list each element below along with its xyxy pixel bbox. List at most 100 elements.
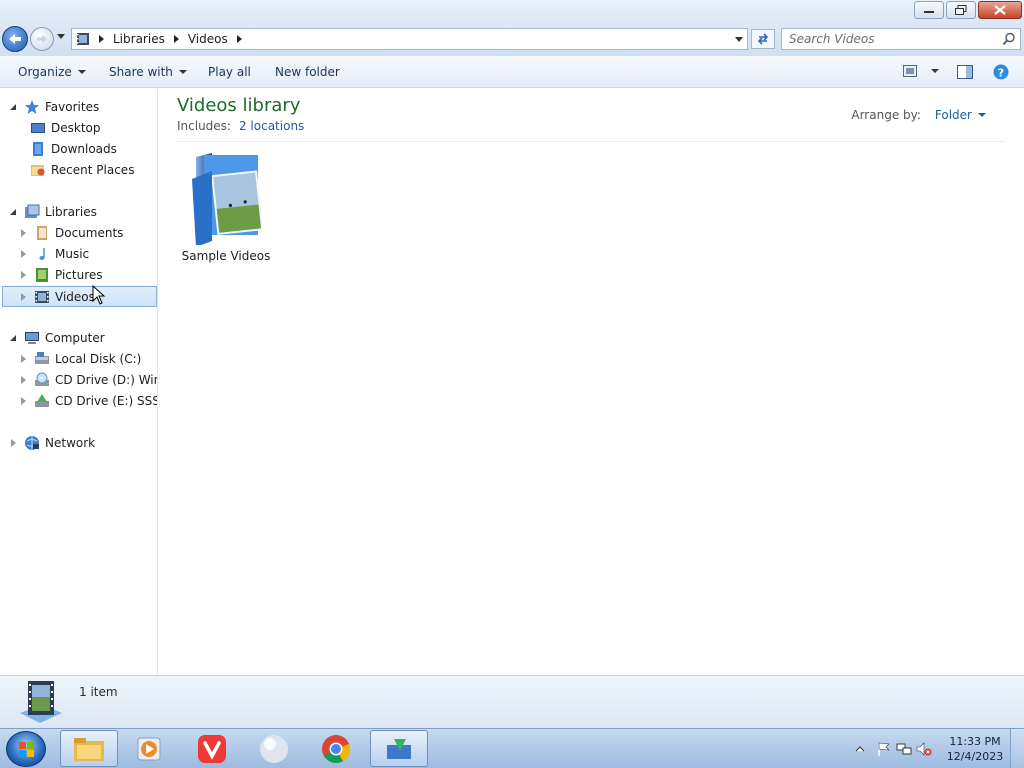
breadcrumb-separator[interactable] — [99, 35, 104, 43]
tree-label: CD Drive (D:) Windo — [55, 373, 157, 387]
installer-icon — [387, 738, 411, 759]
chevron-down-icon — [178, 70, 187, 74]
play-all-label: Play all — [208, 65, 251, 79]
taskbar-media-player[interactable] — [121, 730, 179, 767]
taskbar-chrome[interactable] — [307, 730, 365, 767]
expand-arrow-icon[interactable] — [18, 397, 28, 405]
breadcrumb-separator[interactable] — [236, 35, 242, 43]
recent-places-icon — [31, 165, 45, 176]
search-input[interactable] — [782, 29, 992, 49]
restore-button[interactable] — [946, 1, 976, 19]
navigation-pane: Favorites Desktop Downloads Recent Place… — [0, 89, 158, 675]
tree-local-disk[interactable]: Local Disk (C:) — [18, 349, 141, 369]
address-dropdown[interactable] — [735, 37, 743, 42]
show-hidden-icons-icon[interactable] — [854, 744, 866, 754]
tree-network[interactable]: Network — [8, 433, 95, 453]
expand-arrow-icon[interactable] — [8, 439, 18, 447]
breadcrumb-videos[interactable]: Videos — [188, 32, 228, 46]
play-all-button[interactable]: Play all — [208, 65, 251, 79]
tree-favorites[interactable]: Favorites — [8, 97, 99, 117]
tree-label: Recent Places — [51, 163, 135, 177]
volume-muted-icon[interactable] — [916, 741, 932, 757]
tree-documents[interactable]: Documents — [18, 223, 123, 243]
tree-downloads[interactable]: Downloads — [30, 139, 117, 159]
taskbar-app-sphere[interactable] — [245, 730, 303, 767]
share-with-menu[interactable]: Share with — [109, 65, 187, 79]
library-title: Videos library — [177, 95, 301, 116]
expand-arrow-icon[interactable] — [18, 355, 28, 363]
clock[interactable]: 11:33 PM 12/4/2023 — [940, 734, 1010, 764]
collapse-arrow-icon[interactable] — [8, 103, 18, 111]
view-icon — [903, 65, 917, 77]
arrange-by: Arrange by: Folder — [851, 108, 986, 122]
chevron-down-icon[interactable] — [931, 69, 939, 73]
tree-libraries[interactable]: Libraries — [8, 202, 97, 222]
expand-arrow-icon[interactable] — [18, 376, 28, 384]
arrange-by-dropdown[interactable]: Folder — [935, 108, 986, 122]
tree-cd-drive-e[interactable]: CD Drive (E:) SSS_X6 — [18, 391, 157, 411]
music-note-icon — [39, 248, 45, 260]
includes-locations-link[interactable]: 2 locations — [239, 119, 304, 133]
tree-cd-drive-d[interactable]: CD Drive (D:) Windo — [18, 370, 157, 390]
refresh-button[interactable] — [751, 29, 775, 49]
libraries-icon — [25, 204, 40, 218]
tree-videos[interactable]: Videos — [2, 286, 157, 307]
help-button[interactable]: ? — [993, 64, 1009, 80]
taskbar-explorer[interactable] — [60, 730, 118, 767]
breadcrumb-separator[interactable] — [173, 35, 179, 43]
tree-label: Computer — [45, 331, 105, 345]
action-center-flag-icon[interactable] — [876, 741, 892, 757]
close-button[interactable] — [978, 1, 1022, 19]
pictures-icon — [36, 268, 48, 282]
organize-menu[interactable]: Organize — [18, 65, 86, 79]
preview-pane-button[interactable] — [957, 65, 973, 79]
tree-label: Desktop — [51, 121, 101, 135]
taskbar-app-installer[interactable] — [370, 730, 428, 767]
tree-computer[interactable]: Computer — [8, 328, 105, 348]
forward-button[interactable] — [30, 27, 54, 51]
tree-pictures[interactable]: Pictures — [18, 265, 103, 285]
change-view-button[interactable] — [903, 65, 939, 77]
tree-label: Network — [45, 436, 96, 450]
tree-music[interactable]: Music — [18, 244, 89, 264]
search-icon[interactable] — [1002, 32, 1016, 46]
clock-date: 12/4/2023 — [946, 750, 1004, 763]
show-desktop-button[interactable] — [1010, 729, 1024, 768]
folder-icon — [74, 737, 104, 761]
sphere-app-icon — [260, 734, 288, 763]
taskbar-vivaldi[interactable] — [183, 730, 241, 767]
chrome-icon — [322, 734, 350, 763]
preview-pane-icon — [957, 65, 973, 79]
back-button[interactable] — [2, 26, 28, 52]
videos-library-icon — [77, 33, 89, 45]
tree-label: Music — [55, 247, 90, 261]
recent-pages-dropdown[interactable] — [57, 34, 65, 39]
tree-label: Downloads — [51, 142, 117, 156]
expand-arrow-icon[interactable] — [18, 271, 28, 279]
new-folder-button[interactable]: New folder — [275, 65, 340, 79]
expand-arrow-icon[interactable] — [18, 229, 28, 237]
start-button[interactable] — [6, 731, 46, 767]
documents-icon — [37, 226, 47, 240]
desktop-icon — [31, 123, 45, 133]
library-includes: Includes: 2 locations — [177, 119, 304, 133]
folder-item[interactable]: Sample Videos — [181, 149, 271, 263]
minimize-button[interactable] — [914, 1, 944, 19]
network-icon[interactable] — [896, 741, 912, 757]
expand-arrow-icon[interactable] — [18, 250, 28, 258]
help-icon: ? — [993, 64, 1009, 80]
tree-recent-places[interactable]: Recent Places — [30, 160, 134, 180]
breadcrumb-libraries[interactable]: Libraries — [113, 32, 165, 46]
search-box[interactable] — [781, 28, 1021, 50]
expand-arrow-icon[interactable] — [18, 292, 28, 301]
arrange-by-label: Arrange by: — [851, 108, 921, 122]
collapse-arrow-icon[interactable] — [8, 208, 18, 216]
tree-label: Favorites — [45, 100, 100, 114]
clock-time: 11:33 PM — [949, 735, 1001, 748]
tree-desktop[interactable]: Desktop — [30, 118, 101, 138]
chevron-down-icon — [978, 113, 986, 117]
navigation-bar: Libraries Videos — [0, 24, 1024, 56]
address-bar[interactable]: Libraries Videos — [71, 28, 748, 50]
collapse-arrow-icon[interactable] — [8, 334, 18, 342]
tree-label: Videos — [55, 289, 95, 304]
